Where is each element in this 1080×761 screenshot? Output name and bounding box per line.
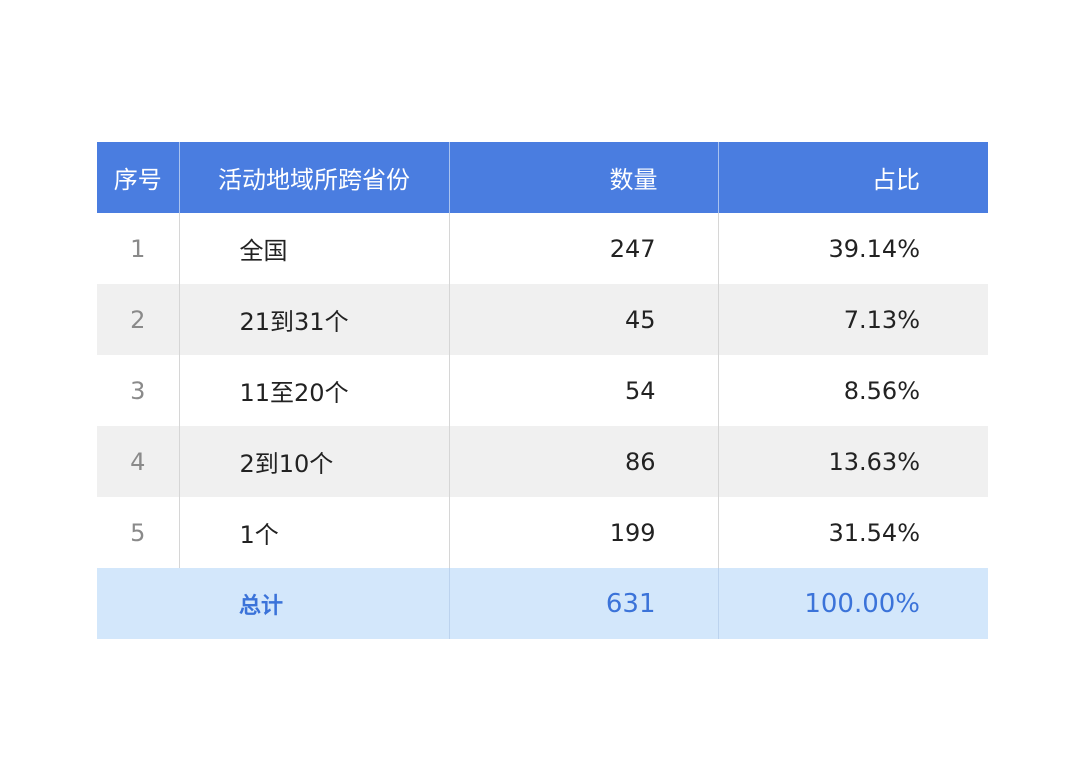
- cell-province-range: 2到10个: [179, 426, 450, 497]
- cell-count: 247: [449, 213, 719, 284]
- cell-province-range: 21到31个: [179, 284, 450, 355]
- cell-share: 31.54%: [718, 497, 988, 568]
- header-count: 数量: [449, 142, 719, 213]
- table-footer: 总计 631 100.00%: [97, 568, 988, 639]
- total-count: 631: [449, 568, 719, 639]
- table-row: 1 全国 247 39.14%: [97, 213, 988, 284]
- header-province-range: 活动地域所跨省份: [179, 142, 450, 213]
- header-index: 序号: [97, 142, 180, 213]
- cell-index: 4: [97, 426, 180, 497]
- cell-count: 199: [449, 497, 719, 568]
- cell-index: 2: [97, 284, 180, 355]
- cell-share: 8.56%: [718, 355, 988, 426]
- cell-share: 7.13%: [718, 284, 988, 355]
- cell-index: 5: [97, 497, 180, 568]
- table-body: 1 全国 247 39.14% 2 21到31个 45 7.13% 3 11至2…: [97, 213, 988, 568]
- cell-count: 45: [449, 284, 719, 355]
- header-row: 序号 活动地域所跨省份 数量 占比: [97, 142, 988, 213]
- cell-province-range: 11至20个: [179, 355, 450, 426]
- cell-province-range: 全国: [179, 213, 450, 284]
- cell-count: 86: [449, 426, 719, 497]
- total-row: 总计 631 100.00%: [97, 568, 988, 639]
- data-table-container: 序号 活动地域所跨省份 数量 占比 1 全国 247 39.14% 2 21到3…: [97, 142, 988, 639]
- table-row: 2 21到31个 45 7.13%: [97, 284, 988, 355]
- table-header: 序号 活动地域所跨省份 数量 占比: [97, 142, 988, 213]
- cell-index: 1: [97, 213, 180, 284]
- province-span-table: 序号 活动地域所跨省份 数量 占比 1 全国 247 39.14% 2 21到3…: [97, 142, 988, 639]
- cell-count: 54: [449, 355, 719, 426]
- table-row: 4 2到10个 86 13.63%: [97, 426, 988, 497]
- table-row: 3 11至20个 54 8.56%: [97, 355, 988, 426]
- table-row: 5 1个 199 31.54%: [97, 497, 988, 568]
- cell-index: 3: [97, 355, 180, 426]
- total-share: 100.00%: [718, 568, 988, 639]
- cell-share: 13.63%: [718, 426, 988, 497]
- total-label: 总计: [97, 568, 450, 639]
- cell-province-range: 1个: [179, 497, 450, 568]
- header-share: 占比: [718, 142, 988, 213]
- cell-share: 39.14%: [718, 213, 988, 284]
